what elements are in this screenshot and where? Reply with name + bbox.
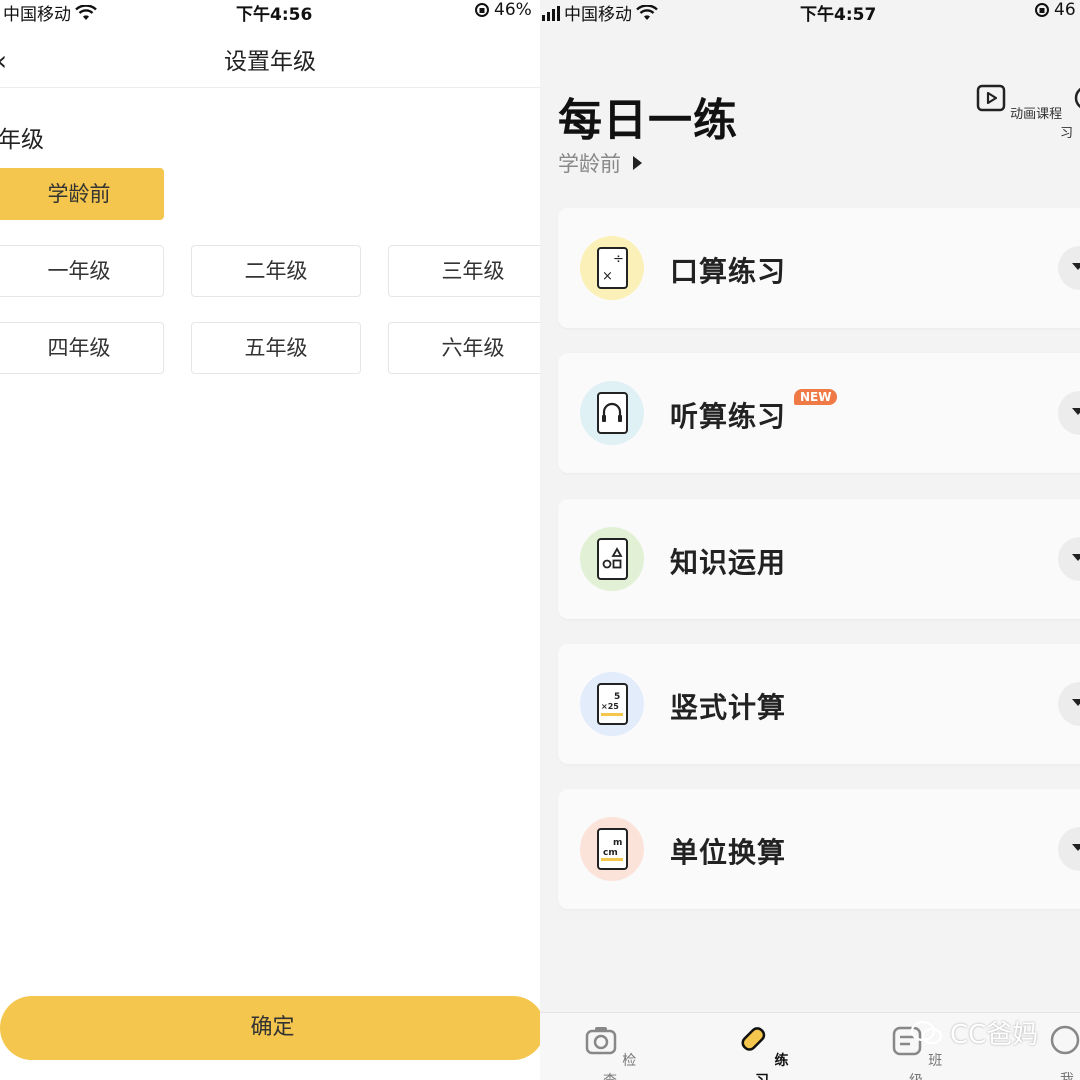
shapes-icon — [597, 538, 628, 580]
status-bar: 中国移动 下午4:56 46% — [0, 0, 540, 25]
watermark: CC爸妈 — [910, 1014, 1038, 1051]
tab-label: 检查 — [603, 1053, 637, 1080]
wechat-icon — [910, 1020, 943, 1044]
watermark-text: CC爸妈 — [950, 1020, 1039, 1050]
grade-option-preschool[interactable]: 学龄前 — [0, 168, 164, 220]
grade-selector[interactable]: 学龄前 — [558, 148, 642, 178]
battery-percent: 46 — [1054, 0, 1076, 20]
card-icon-bg: ÷ × — [580, 236, 644, 300]
battery-group: 46% — [474, 0, 532, 20]
status-bar: 中国移动 下午4:57 46 — [540, 0, 1080, 25]
card-icon-bg: 5 ×25 — [580, 672, 644, 736]
tab-label: 练习 — [755, 1053, 789, 1080]
practice-record-button[interactable]: 练习 — [1060, 84, 1080, 141]
unit-conversion-icon: m cm — [597, 828, 628, 870]
orientation-lock-icon — [1035, 3, 1049, 17]
battery-percent: 46% — [494, 0, 532, 20]
video-play-icon — [976, 84, 1006, 112]
practice-card-vertical-calc[interactable]: 5 ×25 竖式计算 — [558, 644, 1080, 764]
nav-bar: ‹ 设置年级 — [0, 30, 540, 88]
chevron-down-icon[interactable] — [1058, 246, 1080, 290]
practice-card-knowledge[interactable]: 知识运用 — [558, 499, 1080, 619]
current-grade: 学龄前 — [558, 152, 621, 176]
grade-settings-screen: 中国移动 下午4:56 46% ‹ 设置年级 年级 学龄前 一年级 二年级 三年… — [0, 0, 540, 1080]
camera-icon — [585, 1027, 617, 1055]
svg-text:×: × — [602, 269, 613, 284]
carrier-name: 中国移动 — [564, 5, 632, 25]
animated-course-button[interactable]: 动画课程 — [976, 84, 1062, 122]
chevron-down-icon[interactable] — [1058, 537, 1080, 581]
pencil-icon — [741, 1027, 765, 1051]
carrier-group: 中国移动 — [0, 0, 97, 25]
page-title: 设置年级 — [224, 49, 316, 75]
card-icon-bg — [580, 381, 644, 445]
battery-group: 46 — [1034, 0, 1076, 20]
profile-icon — [1050, 1025, 1080, 1055]
svg-text:×25: ×25 — [601, 702, 619, 711]
tab-check[interactable]: 检查 — [580, 1023, 640, 1080]
svg-text:m: m — [613, 838, 622, 848]
practice-icon — [1074, 87, 1080, 109]
tab-label: 我 — [1060, 1072, 1074, 1080]
card-title: 竖式计算 — [670, 691, 787, 724]
grade-section-label: 年级 — [0, 127, 44, 153]
page-title: 每日一练 — [558, 95, 738, 146]
chevron-down-icon[interactable] — [1058, 827, 1080, 871]
grade-option-3[interactable]: 三年级 — [388, 245, 540, 297]
grade-option-4[interactable]: 四年级 — [0, 322, 164, 374]
grade-option-2[interactable]: 二年级 — [191, 245, 361, 297]
grade-option-5[interactable]: 五年级 — [191, 322, 361, 374]
vertical-calc-icon: 5 ×25 — [597, 683, 628, 725]
tab-label: 班级 — [909, 1053, 943, 1080]
animated-course-label: 动画课程 — [1010, 107, 1063, 122]
carrier-name: 中国移动 — [3, 5, 71, 25]
new-badge: NEW — [794, 389, 838, 405]
tab-practice[interactable]: 练习 — [732, 1023, 792, 1080]
caret-right-icon — [633, 156, 642, 170]
svg-text:÷: ÷ — [613, 252, 624, 267]
svg-text:5: 5 — [614, 692, 620, 702]
card-title: 单位换算 — [670, 836, 787, 869]
card-icon-bg: m cm — [580, 817, 644, 881]
tab-me[interactable]: 我 — [1040, 1023, 1080, 1080]
practice-card-mental-math[interactable]: ÷ × 口算练习 — [558, 208, 1080, 328]
card-icon-bg — [580, 527, 644, 591]
card-title: 知识运用 — [670, 546, 787, 579]
wifi-icon — [75, 4, 97, 20]
orientation-lock-icon — [475, 3, 489, 17]
daily-practice-screen: 中国移动 下午4:57 46 每日一练 学龄前 动画课程 练习 ÷× 口算练习 — [540, 0, 1080, 1080]
chevron-down-icon[interactable] — [1058, 682, 1080, 726]
practice-card-listening[interactable]: 听算练习 NEW — [558, 353, 1080, 473]
card-title: 口算练习 — [670, 255, 787, 288]
chevron-down-icon[interactable] — [1058, 391, 1080, 435]
headphones-icon — [597, 392, 628, 434]
svg-text:cm: cm — [603, 848, 618, 858]
grade-option-6[interactable]: 六年级 — [388, 322, 540, 374]
card-title: 听算练习 — [670, 400, 787, 433]
math-symbols-icon: ÷ × — [597, 247, 628, 289]
wifi-icon — [636, 4, 658, 20]
carrier-group: 中国移动 — [542, 0, 658, 25]
confirm-button[interactable]: 确定 — [0, 996, 540, 1060]
grade-option-1[interactable]: 一年级 — [0, 245, 164, 297]
status-time: 下午4:57 — [800, 5, 877, 25]
status-time: 下午4:56 — [236, 5, 313, 25]
practice-record-label: 练习 — [1060, 126, 1074, 141]
practice-card-unit-conversion[interactable]: m cm 单位换算 — [558, 789, 1080, 909]
signal-icon — [542, 5, 560, 21]
